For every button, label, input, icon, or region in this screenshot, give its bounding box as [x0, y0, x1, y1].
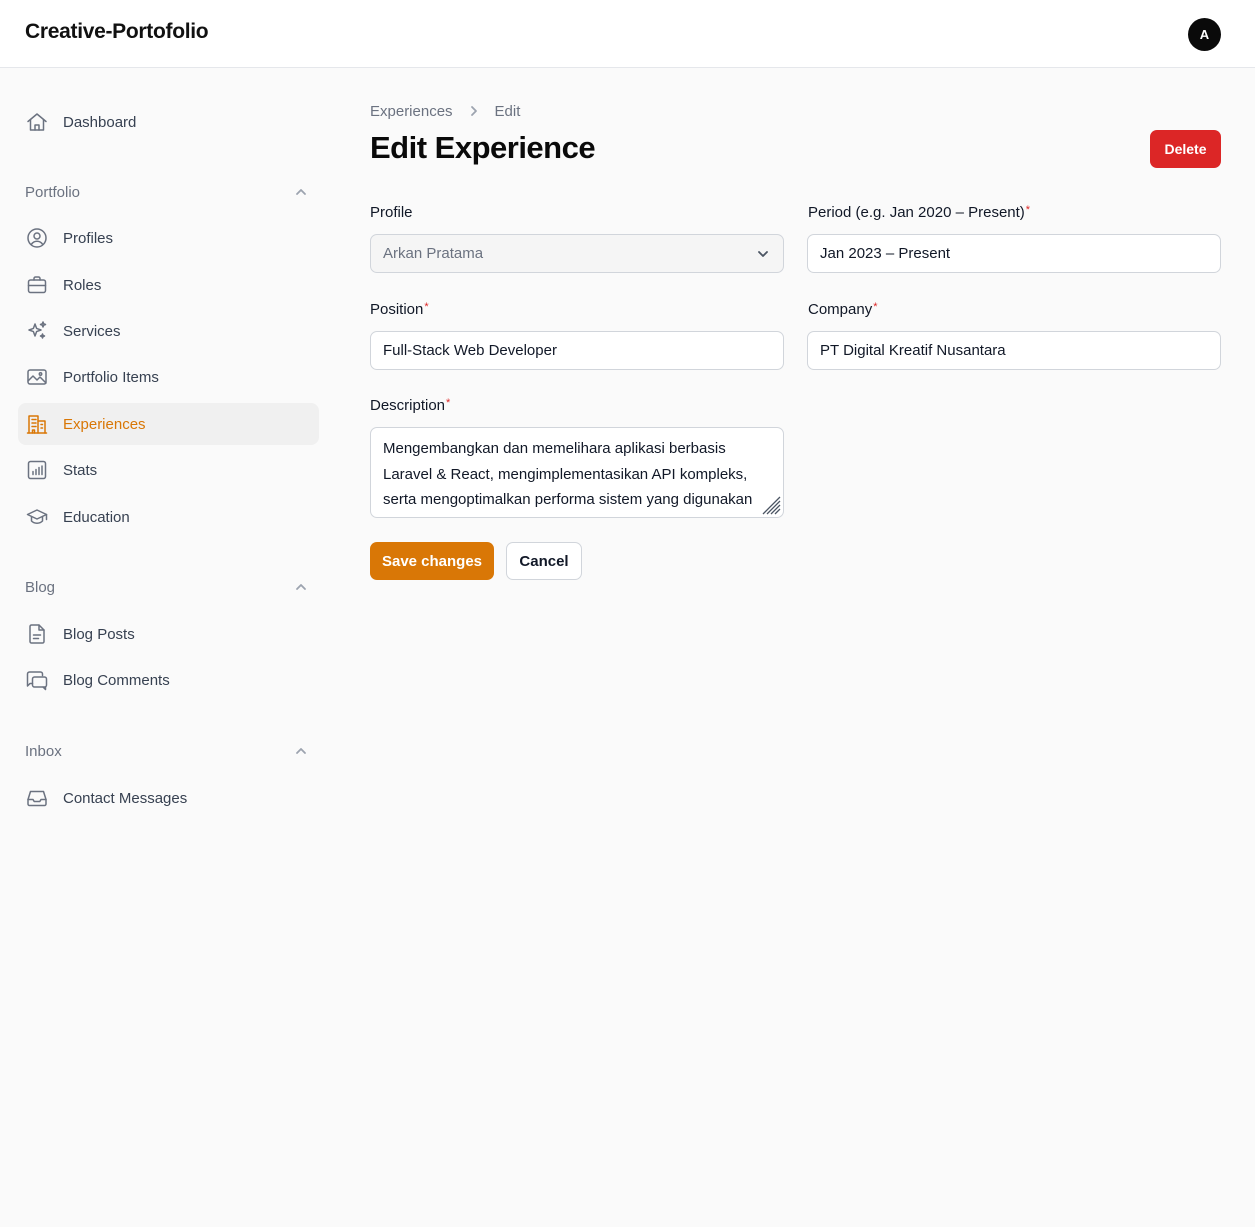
chat-bubbles-icon — [25, 668, 49, 692]
sidebar-item-label: Blog Posts — [63, 625, 135, 643]
position-label: Position* — [370, 301, 429, 318]
sidebar-item-label: Experiences — [63, 415, 146, 433]
required-mark: * — [1025, 204, 1031, 216]
sidebar-group-label: Blog — [25, 578, 56, 596]
sidebar-item-blog-posts[interactable]: Blog Posts — [18, 613, 319, 655]
sidebar-item-label: Services — [63, 322, 121, 340]
position-input[interactable]: Full-Stack Web Developer — [370, 331, 784, 370]
briefcase-icon — [25, 273, 49, 297]
description-label: Description* — [370, 397, 450, 414]
sidebar-group-label: Portfolio — [25, 183, 81, 201]
document-icon — [25, 622, 49, 646]
chevron-up-icon — [296, 748, 306, 754]
brand-title[interactable]: Creative-Portofolio — [25, 20, 209, 44]
sidebar-item-stats[interactable]: Stats — [18, 449, 319, 491]
breadcrumb-current: Edit — [494, 102, 521, 120]
sidebar-group-portfolio[interactable]: Portfolio — [25, 180, 309, 204]
required-mark: * — [424, 301, 429, 313]
bar-chart-icon — [25, 458, 49, 482]
period-label-text: Period (e.g. Jan 2020 – Present) — [808, 204, 1025, 221]
sidebar-item-contact-messages[interactable]: Contact Messages — [18, 777, 319, 819]
breadcrumb: Experiences Edit — [370, 100, 520, 122]
sidebar-item-label: Profiles — [63, 229, 114, 247]
sparkles-icon — [25, 319, 49, 343]
description-textarea-value: Mengembangkan dan memelihara aplikasi be… — [383, 440, 753, 508]
user-avatar[interactable]: A — [1188, 18, 1221, 51]
sidebar-item-services[interactable]: Services — [18, 310, 319, 352]
sidebar-item-label: Dashboard — [63, 113, 137, 131]
page-title: Edit Experience — [370, 130, 596, 165]
home-icon — [25, 110, 49, 134]
sidebar-item-experiences[interactable]: Experiences — [18, 403, 319, 445]
chevron-up-icon — [296, 584, 306, 590]
period-input[interactable]: Jan 2023 – Present — [807, 234, 1221, 273]
sidebar-item-profiles[interactable]: Profiles — [18, 217, 319, 259]
sidebar-item-dashboard[interactable]: Dashboard — [18, 101, 319, 143]
sidebar-item-label: Roles — [63, 276, 102, 294]
sidebar-item-label: Portfolio Items — [63, 368, 159, 386]
sidebar-item-roles[interactable]: Roles — [18, 264, 319, 306]
description-textarea[interactable]: Mengembangkan dan memelihara aplikasi be… — [370, 427, 784, 518]
sidebar-item-label: Education — [63, 508, 130, 526]
chevron-up-icon — [296, 189, 306, 195]
profile-select[interactable]: Arkan Pratama — [370, 234, 784, 273]
top-bar: Creative-Portofolio A — [0, 0, 1255, 68]
save-changes-button[interactable]: Save changes — [370, 542, 494, 580]
position-label-text: Position — [370, 301, 424, 318]
required-mark: * — [446, 397, 451, 409]
sidebar-item-portfolio-items[interactable]: Portfolio Items — [18, 356, 319, 398]
user-circle-icon — [25, 226, 49, 250]
delete-button[interactable]: Delete — [1150, 130, 1221, 168]
sidebar-item-blog-comments[interactable]: Blog Comments — [18, 659, 319, 701]
company-input[interactable]: PT Digital Kreatif Nusantara — [807, 331, 1221, 370]
sidebar-item-label: Blog Comments — [63, 671, 170, 689]
position-input-value: Full-Stack Web Developer — [383, 342, 557, 359]
sidebar-group-label: Inbox — [25, 742, 62, 760]
description-label-text: Description — [370, 397, 446, 414]
breadcrumb-experiences-link[interactable]: Experiences — [370, 103, 453, 120]
period-label: Period (e.g. Jan 2020 – Present)* — [808, 204, 1030, 221]
profile-label: Profile — [370, 204, 413, 221]
sidebar-item-education[interactable]: Education — [18, 496, 319, 538]
sidebar-item-label: Contact Messages — [63, 789, 188, 807]
sidebar-item-label: Stats — [63, 461, 98, 479]
inbox-tray-icon — [25, 786, 49, 810]
period-input-value: Jan 2023 – Present — [820, 245, 951, 262]
required-mark: * — [873, 301, 878, 313]
sidebar-group-blog[interactable]: Blog — [25, 575, 309, 599]
graduation-cap-icon — [25, 505, 49, 529]
company-label-text: Company — [808, 301, 873, 318]
resize-handle-icon[interactable] — [761, 495, 781, 515]
profile-label-text: Profile — [370, 204, 413, 221]
image-icon — [25, 365, 49, 389]
profile-select-value: Arkan Pratama — [383, 245, 484, 262]
chevron-right-icon — [467, 104, 481, 118]
company-input-value: PT Digital Kreatif Nusantara — [820, 342, 1006, 359]
building-icon — [25, 412, 49, 436]
company-label: Company* — [808, 301, 877, 318]
sidebar: Dashboard Portfolio Profiles Roles Servi… — [0, 68, 335, 1227]
cancel-button[interactable]: Cancel — [506, 542, 582, 580]
chevron-down-icon — [758, 250, 768, 257]
sidebar-group-inbox[interactable]: Inbox — [25, 739, 309, 763]
